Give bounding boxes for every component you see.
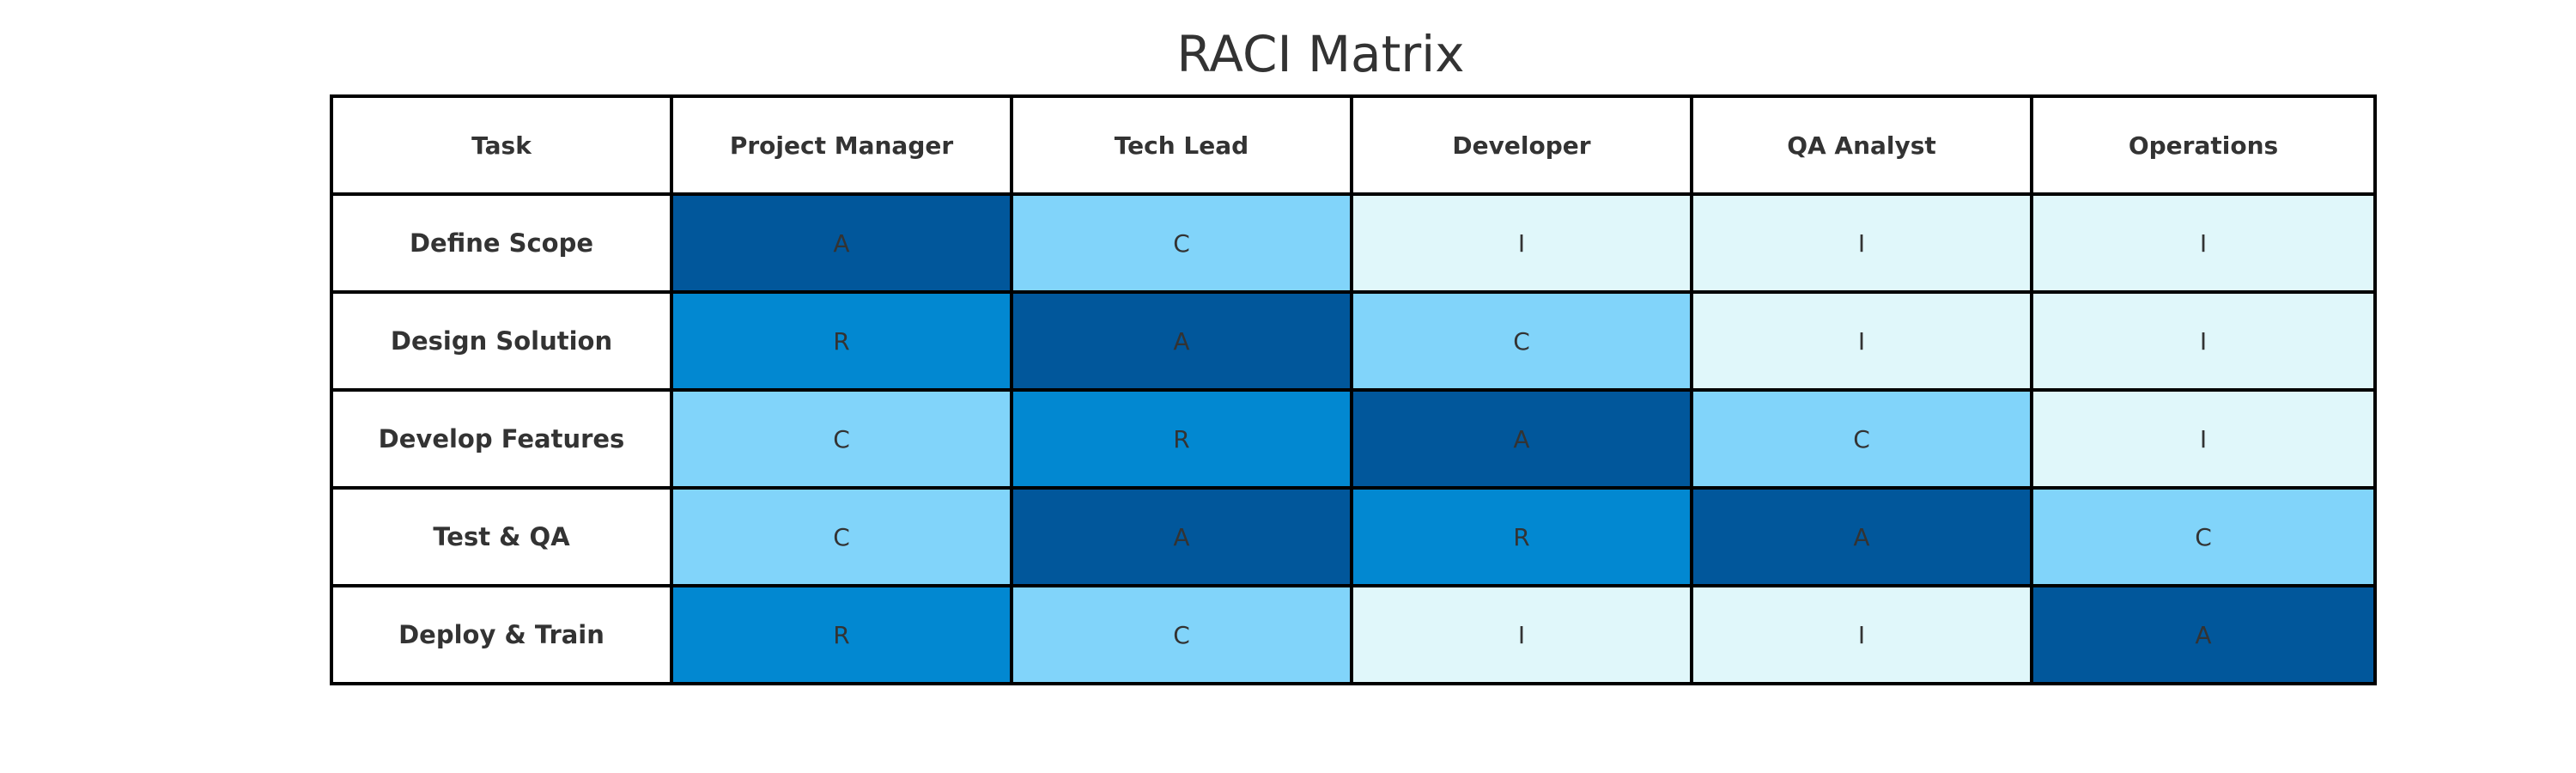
table-row: Define Scope A C I I I — [330, 192, 2377, 294]
task-label-define-scope: Define Scope — [330, 192, 673, 294]
raci-cell-develop-features-qa-analyst: C — [1690, 388, 2033, 490]
raci-cell-develop-features-project-manager: C — [670, 388, 1013, 490]
column-header-task: Task — [330, 94, 673, 196]
table-row: Design Solution R A C I I — [330, 290, 2377, 392]
column-header-tech-lead: Tech Lead — [1010, 94, 1353, 196]
raci-cell-test-and-qa-operations: C — [2030, 486, 2377, 587]
raci-cell-define-scope-tech-lead: C — [1010, 192, 1353, 294]
table-body: Define Scope A C I I I Design Solution R A C I I Dev… — [330, 192, 2377, 685]
table-header-row: Task Project Manager Tech Lead Developer… — [330, 94, 2377, 196]
raci-cell-define-scope-project-manager: A — [670, 192, 1013, 294]
task-label-deploy-and-train: Deploy & Train — [330, 584, 673, 685]
task-label-develop-features: Develop Features — [330, 388, 673, 490]
raci-cell-deploy-and-train-developer: I — [1350, 584, 1693, 685]
raci-cell-design-solution-operations: I — [2030, 290, 2377, 392]
raci-cell-design-solution-qa-analyst: I — [1690, 290, 2033, 392]
table-row: Develop Features C R A C I — [330, 388, 2377, 490]
raci-cell-deploy-and-train-operations: A — [2030, 584, 2377, 685]
raci-cell-deploy-and-train-qa-analyst: I — [1690, 584, 2033, 685]
chart-title: RACI Matrix — [1176, 25, 1465, 83]
raci-cell-design-solution-tech-lead: A — [1010, 290, 1353, 392]
raci-cell-test-and-qa-project-manager: C — [670, 486, 1013, 587]
raci-cell-define-scope-qa-analyst: I — [1690, 192, 2033, 294]
raci-cell-define-scope-developer: I — [1350, 192, 1693, 294]
column-header-operations: Operations — [2030, 94, 2377, 196]
column-header-developer: Developer — [1350, 94, 1693, 196]
raci-cell-develop-features-developer: A — [1350, 388, 1693, 490]
raci-cell-design-solution-developer: C — [1350, 290, 1693, 392]
table-row: Test & QA C A R A C — [330, 486, 2377, 587]
column-header-project-manager: Project Manager — [670, 94, 1013, 196]
task-label-design-solution: Design Solution — [330, 290, 673, 392]
raci-cell-deploy-and-train-tech-lead: C — [1010, 584, 1353, 685]
raci-table: Task Project Manager Tech Lead Developer… — [330, 94, 2377, 685]
raci-cell-develop-features-operations: I — [2030, 388, 2377, 490]
raci-cell-design-solution-project-manager: R — [670, 290, 1013, 392]
raci-cell-test-and-qa-qa-analyst: A — [1690, 486, 2033, 587]
column-header-qa-analyst: QA Analyst — [1690, 94, 2033, 196]
raci-cell-develop-features-tech-lead: R — [1010, 388, 1353, 490]
raci-cell-test-and-qa-tech-lead: A — [1010, 486, 1353, 587]
raci-cell-test-and-qa-developer: R — [1350, 486, 1693, 587]
task-label-test-and-qa: Test & QA — [330, 486, 673, 587]
table-row: Deploy & Train R C I I A — [330, 584, 2377, 685]
raci-cell-define-scope-operations: I — [2030, 192, 2377, 294]
raci-cell-deploy-and-train-project-manager: R — [670, 584, 1013, 685]
